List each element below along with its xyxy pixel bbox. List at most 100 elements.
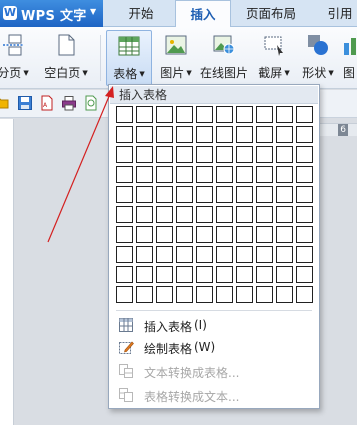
grid-cell[interactable]	[136, 146, 153, 163]
grid-cell[interactable]	[156, 146, 173, 163]
grid-cell[interactable]	[256, 246, 273, 263]
grid-cell[interactable]	[276, 146, 293, 163]
grid-cell[interactable]	[136, 206, 153, 223]
grid-cell[interactable]	[216, 206, 233, 223]
grid-cell[interactable]	[256, 226, 273, 243]
grid-cell[interactable]	[256, 166, 273, 183]
grid-cell[interactable]	[296, 106, 313, 123]
online-picture-button[interactable]: 在线图片	[198, 30, 250, 86]
grid-cell[interactable]	[176, 106, 193, 123]
page-break-button[interactable]: 分页 ▼	[0, 30, 34, 86]
grid-cell[interactable]	[296, 226, 313, 243]
grid-cell[interactable]	[256, 186, 273, 203]
document-page-edge[interactable]	[0, 119, 14, 425]
tab-insert[interactable]: 插入	[175, 0, 231, 27]
grid-cell[interactable]	[116, 206, 133, 223]
print-preview-icon[interactable]	[83, 95, 99, 111]
grid-cell[interactable]	[236, 126, 253, 143]
grid-cell[interactable]	[196, 126, 213, 143]
grid-cell[interactable]	[276, 226, 293, 243]
grid-cell[interactable]	[196, 246, 213, 263]
shapes-button[interactable]: 形状 ▼	[297, 30, 339, 86]
grid-cell[interactable]	[276, 166, 293, 183]
grid-cell[interactable]	[156, 186, 173, 203]
grid-cell[interactable]	[116, 146, 133, 163]
grid-cell[interactable]	[176, 246, 193, 263]
grid-cell[interactable]	[116, 266, 133, 283]
tab-home[interactable]: 开始	[112, 0, 170, 27]
grid-cell[interactable]	[216, 126, 233, 143]
table-size-grid[interactable]	[116, 106, 316, 306]
chart-button[interactable]: 图	[340, 30, 357, 86]
grid-cell[interactable]	[156, 286, 173, 303]
grid-cell[interactable]	[256, 126, 273, 143]
grid-cell[interactable]	[176, 126, 193, 143]
grid-cell[interactable]	[116, 226, 133, 243]
grid-cell[interactable]	[276, 186, 293, 203]
grid-cell[interactable]	[296, 206, 313, 223]
grid-cell[interactable]	[236, 166, 253, 183]
grid-cell[interactable]	[276, 266, 293, 283]
grid-cell[interactable]	[216, 286, 233, 303]
grid-cell[interactable]	[136, 246, 153, 263]
grid-cell[interactable]	[216, 246, 233, 263]
grid-cell[interactable]	[156, 126, 173, 143]
grid-cell[interactable]	[116, 286, 133, 303]
grid-cell[interactable]	[176, 286, 193, 303]
table-to-text-menu-item[interactable]: 表格转换成文本...	[110, 384, 318, 406]
grid-cell[interactable]	[276, 246, 293, 263]
grid-cell[interactable]	[136, 266, 153, 283]
grid-cell[interactable]	[196, 146, 213, 163]
grid-cell[interactable]	[196, 166, 213, 183]
export-pdf-icon[interactable]: A	[39, 95, 55, 111]
grid-cell[interactable]	[296, 266, 313, 283]
grid-cell[interactable]	[216, 146, 233, 163]
grid-cell[interactable]	[176, 226, 193, 243]
grid-cell[interactable]	[296, 246, 313, 263]
grid-cell[interactable]	[276, 206, 293, 223]
grid-cell[interactable]	[256, 146, 273, 163]
grid-cell[interactable]	[176, 166, 193, 183]
grid-cell[interactable]	[296, 146, 313, 163]
tab-references[interactable]: 引用	[316, 0, 357, 27]
grid-cell[interactable]	[216, 226, 233, 243]
grid-cell[interactable]	[116, 186, 133, 203]
grid-cell[interactable]	[236, 286, 253, 303]
grid-cell[interactable]	[136, 186, 153, 203]
grid-cell[interactable]	[156, 226, 173, 243]
grid-cell[interactable]	[176, 206, 193, 223]
open-folder-icon[interactable]	[0, 95, 10, 111]
grid-cell[interactable]	[236, 186, 253, 203]
grid-cell[interactable]	[236, 226, 253, 243]
grid-cell[interactable]	[256, 266, 273, 283]
text-to-table-menu-item[interactable]: 文本转换成表格...	[110, 360, 318, 382]
grid-cell[interactable]	[276, 126, 293, 143]
grid-cell[interactable]	[116, 166, 133, 183]
grid-cell[interactable]	[176, 186, 193, 203]
grid-cell[interactable]	[176, 266, 193, 283]
grid-cell[interactable]	[116, 246, 133, 263]
grid-cell[interactable]	[136, 286, 153, 303]
table-button[interactable]: 表格 ▼	[106, 30, 152, 86]
tab-page-layout[interactable]: 页面布局	[236, 0, 306, 27]
blank-page-button[interactable]: 空白页 ▼	[40, 30, 92, 86]
grid-cell[interactable]	[196, 226, 213, 243]
grid-cell[interactable]	[236, 206, 253, 223]
grid-cell[interactable]	[216, 166, 233, 183]
grid-cell[interactable]	[196, 186, 213, 203]
draw-table-menu-item[interactable]: 绘制表格 (W)	[110, 336, 318, 358]
grid-cell[interactable]	[216, 106, 233, 123]
grid-cell[interactable]	[296, 126, 313, 143]
grid-cell[interactable]	[276, 106, 293, 123]
grid-cell[interactable]	[176, 146, 193, 163]
grid-cell[interactable]	[236, 246, 253, 263]
print-icon[interactable]	[61, 95, 77, 111]
grid-cell[interactable]	[156, 266, 173, 283]
grid-cell[interactable]	[236, 106, 253, 123]
grid-cell[interactable]	[256, 286, 273, 303]
grid-cell[interactable]	[236, 146, 253, 163]
save-icon[interactable]	[17, 95, 33, 111]
grid-cell[interactable]	[136, 126, 153, 143]
grid-cell[interactable]	[296, 166, 313, 183]
grid-cell[interactable]	[256, 106, 273, 123]
